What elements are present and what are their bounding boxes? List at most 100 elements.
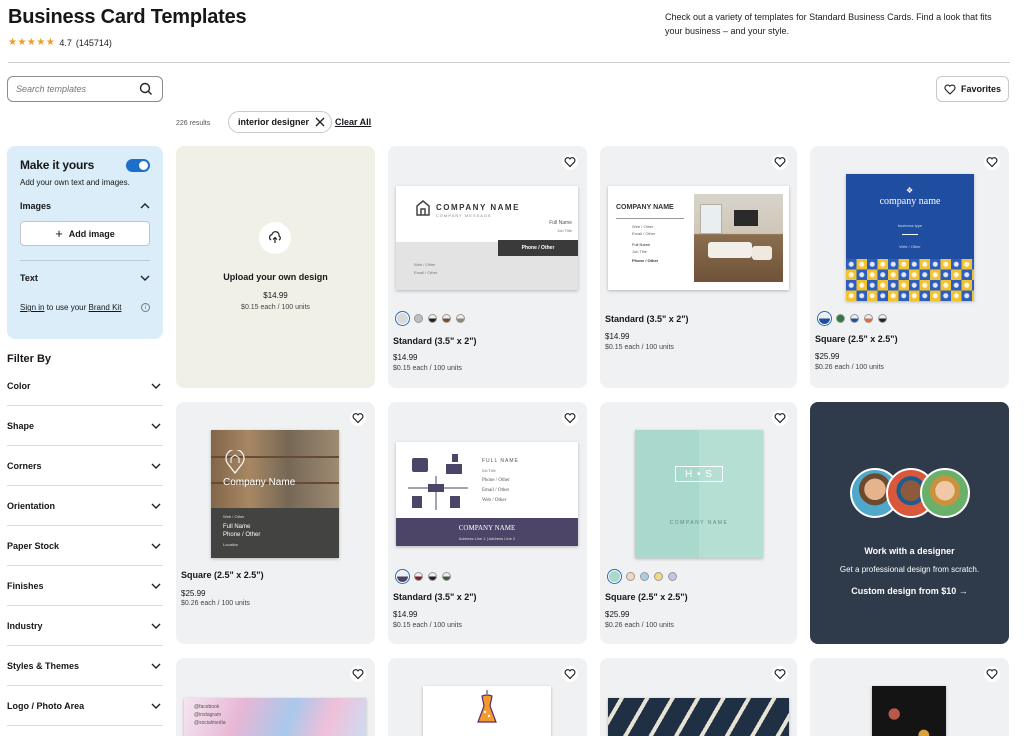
search-box[interactable] xyxy=(7,76,163,102)
template-size: Square (2.5" x 2.5") xyxy=(605,592,688,602)
web-text: Web / Other xyxy=(223,514,245,519)
template-card[interactable] xyxy=(810,658,1009,736)
filter-orientation[interactable]: Orientation xyxy=(7,486,163,526)
color-swatch[interactable] xyxy=(442,572,451,581)
search-icon[interactable] xyxy=(138,81,154,97)
color-swatch[interactable] xyxy=(817,311,832,326)
color-swatch[interactable] xyxy=(414,572,423,581)
template-thumbnail: COMPANY NAME COMPANY MESSAGE Full Name J… xyxy=(396,186,578,290)
color-swatch[interactable] xyxy=(607,569,622,584)
heart-icon[interactable] xyxy=(984,666,1000,682)
sign-in-link[interactable]: Sign in xyxy=(20,303,44,312)
template-size: Standard (3.5" x 2") xyxy=(393,336,477,346)
template-card[interactable]: ❖ company name business type Web / Other… xyxy=(810,146,1009,388)
template-card[interactable] xyxy=(388,658,587,736)
text-section-header[interactable]: Text xyxy=(20,273,150,283)
filter-shape[interactable]: Shape xyxy=(7,406,163,446)
review-count: (145714) xyxy=(75,37,112,48)
template-thumbnail: Company Name Web / Other Full Name Phone… xyxy=(211,430,339,558)
upload-price: $14.99 xyxy=(263,291,288,300)
filter-industry[interactable]: Industry xyxy=(7,606,163,646)
template-card[interactable]: FULL NAME Job Title Phone / Other Email … xyxy=(388,402,587,644)
images-section-header[interactable]: Images xyxy=(20,201,150,211)
heart-icon[interactable] xyxy=(562,666,578,682)
template-card[interactable]: @facebook @instagram @socialmedia xyxy=(176,658,375,736)
filter-finishes[interactable]: Finishes xyxy=(7,566,163,606)
template-card[interactable]: COMPANY NAME COMPANY MESSAGE Full Name J… xyxy=(388,146,587,388)
color-swatch[interactable] xyxy=(428,314,437,323)
email-text: Email / Other xyxy=(482,488,510,493)
heart-icon[interactable] xyxy=(984,154,1000,170)
color-swatch[interactable] xyxy=(395,569,410,584)
color-swatches xyxy=(817,311,887,326)
filter-color[interactable]: Color xyxy=(7,366,163,406)
company-name-text: COMPANY NAME xyxy=(616,204,674,211)
close-icon[interactable] xyxy=(315,117,325,127)
heart-icon[interactable] xyxy=(772,154,788,170)
chevron-down-icon xyxy=(151,383,161,389)
add-image-button[interactable]: + Add image xyxy=(20,221,150,246)
heart-icon[interactable] xyxy=(772,666,788,682)
location-text: Location xyxy=(223,542,239,547)
color-swatch[interactable] xyxy=(626,572,635,581)
filter-label: Shape xyxy=(7,420,35,431)
upload-design-card[interactable]: Upload your own design $14.99 $0.15 each… xyxy=(176,146,375,388)
color-swatches xyxy=(395,569,451,584)
color-swatch[interactable] xyxy=(878,314,887,323)
brand-kit-link[interactable]: Brand Kit xyxy=(89,303,122,312)
furniture-icon xyxy=(408,454,468,510)
favorites-button[interactable]: Favorites xyxy=(936,76,1009,102)
color-swatch[interactable] xyxy=(850,314,859,323)
rating[interactable]: ★★★★★ 4.7 (145714) xyxy=(8,37,112,48)
template-card[interactable]: Company Name Web / Other Full Name Phone… xyxy=(176,402,375,644)
filter-corners[interactable]: Corners xyxy=(7,446,163,486)
template-price: $14.99 xyxy=(393,353,418,362)
heart-icon[interactable] xyxy=(350,666,366,682)
chevron-down-icon xyxy=(151,583,161,589)
color-swatch[interactable] xyxy=(456,314,465,323)
template-card[interactable]: H • S COMPANY NAME Square (2.5" x 2.5") … xyxy=(600,402,797,644)
template-unit-price: $0.15 each / 100 units xyxy=(393,622,462,629)
work-with-designer-card[interactable]: Work with a designer Get a professional … xyxy=(810,402,1009,644)
email-text: Email / Other xyxy=(632,231,656,236)
color-swatch[interactable] xyxy=(668,572,677,581)
job-title-text: Job Title xyxy=(632,249,647,254)
color-swatch[interactable] xyxy=(414,314,423,323)
template-size: Standard (3.5" x 2") xyxy=(605,314,689,324)
color-swatch[interactable] xyxy=(654,572,663,581)
heart-icon[interactable] xyxy=(562,154,578,170)
heart-icon[interactable] xyxy=(772,410,788,426)
template-card[interactable]: COMPANY NAME Web / Other Email / Other F… xyxy=(600,146,797,388)
filter-list: Color Shape Corners Orientation Paper Stock F… xyxy=(7,366,163,726)
phone-text: Phone / Other xyxy=(498,240,578,256)
clear-all-link[interactable]: Clear All xyxy=(335,117,371,127)
web-text: Web / Other xyxy=(414,262,436,267)
full-name-text: Full Name xyxy=(632,242,651,247)
heart-icon[interactable] xyxy=(562,410,578,426)
custom-design-link[interactable]: Custom design from $10 → xyxy=(810,586,1009,596)
filter-styles-themes[interactable]: Styles & Themes xyxy=(7,646,163,686)
search-input[interactable] xyxy=(16,84,138,94)
filter-paper-stock[interactable]: Paper Stock xyxy=(7,526,163,566)
color-swatch[interactable] xyxy=(640,572,649,581)
color-swatch[interactable] xyxy=(442,314,451,323)
chevron-down-icon xyxy=(151,463,161,469)
filter-chip[interactable]: interior designer xyxy=(228,111,333,133)
dress-form-icon xyxy=(477,690,497,723)
color-swatch[interactable] xyxy=(836,314,845,323)
web-text: Web / Other xyxy=(482,498,507,503)
template-thumbnail xyxy=(608,698,789,736)
heart-icon[interactable] xyxy=(350,410,366,426)
template-card[interactable] xyxy=(600,658,797,736)
address-text: Address Line 1 | Address Line 2 xyxy=(458,536,516,541)
make-it-yours-toggle[interactable] xyxy=(126,158,150,172)
info-icon[interactable]: i xyxy=(141,303,150,312)
filter-logo-photo-area[interactable]: Logo / Photo Area xyxy=(7,686,163,726)
chevron-down-icon xyxy=(151,703,161,709)
color-swatch[interactable] xyxy=(428,572,437,581)
color-swatch[interactable] xyxy=(864,314,873,323)
color-swatch[interactable] xyxy=(395,311,410,326)
filter-label: Color xyxy=(7,380,31,391)
template-unit-price: $0.26 each / 100 units xyxy=(815,364,884,371)
filter-by-heading: Filter By xyxy=(7,353,52,365)
